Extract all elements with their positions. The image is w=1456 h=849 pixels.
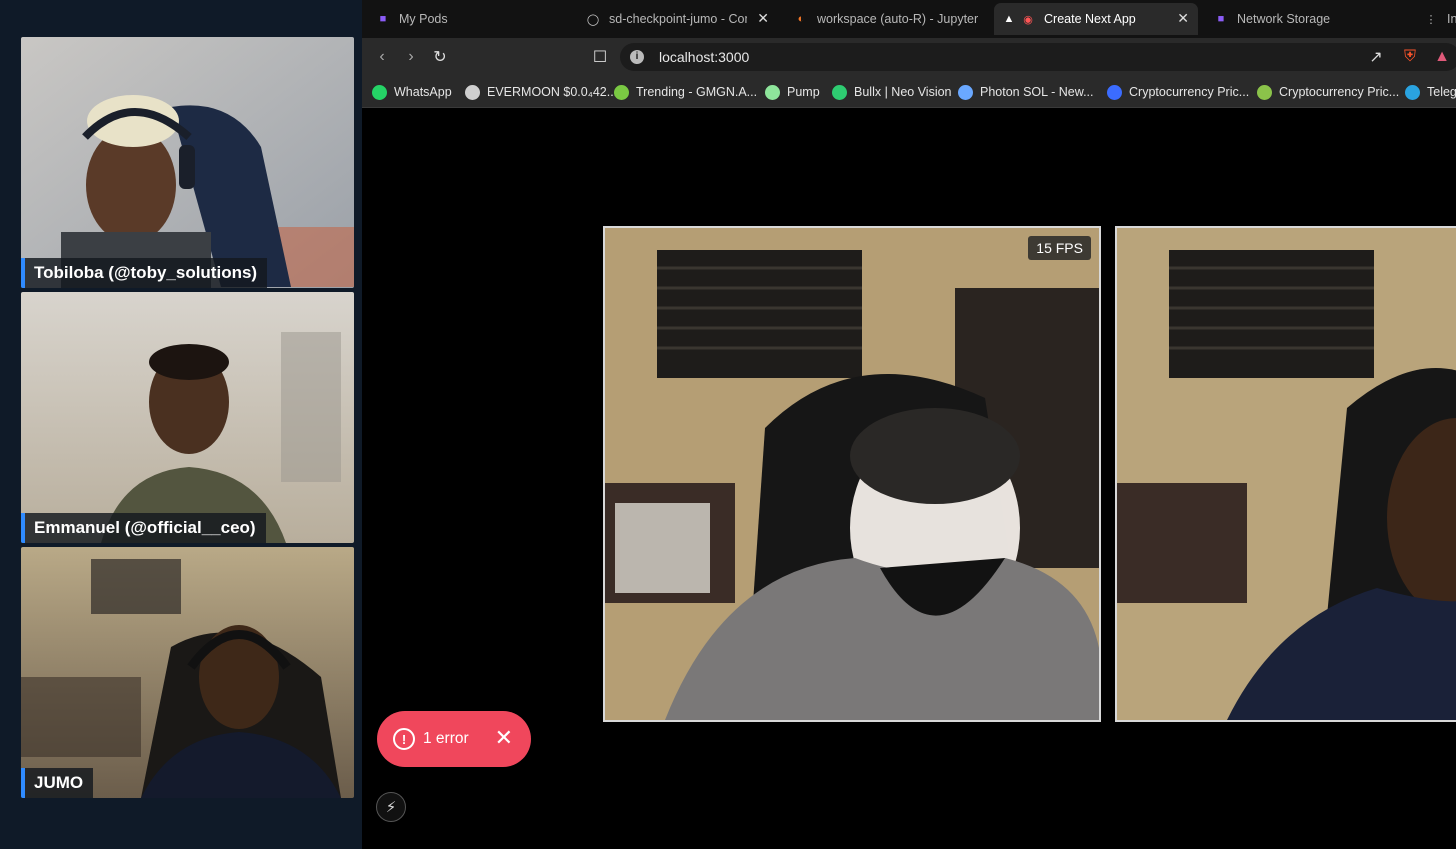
site-info-icon[interactable]: i xyxy=(630,50,644,64)
brave-rewards-icon[interactable]: ▲ xyxy=(1432,47,1452,67)
error-icon: ! xyxy=(393,728,415,750)
participant-video-1 xyxy=(21,37,354,288)
bookmark-label: WhatsApp xyxy=(394,85,452,99)
participant-tile-2: Emmanuel (@official__ceo) xyxy=(21,292,354,543)
share-icon[interactable]: ↗ xyxy=(1366,47,1386,67)
tab-sd-checkpoint[interactable]: ◯ sd-checkpoint-jumo - Com ✕ xyxy=(578,3,778,35)
tab-bar: ■ My Pods ◯ sd-checkpoint-jumo - Com ✕ ◐… xyxy=(362,0,1456,38)
brave-shield-icon[interactable]: ⛨ xyxy=(1400,47,1420,67)
close-icon[interactable]: ✕ xyxy=(495,727,513,749)
participant-tile-3: JUMO xyxy=(21,547,354,798)
original-video-frame xyxy=(1115,226,1456,722)
globe-icon: ◯ xyxy=(586,13,600,26)
bookmark-item[interactable]: EVERMOON $0.0₄42... xyxy=(465,83,617,101)
reload-icon[interactable]: ↻ xyxy=(430,47,450,67)
participant-video-3 xyxy=(21,547,354,798)
browser-toolbar: ‹ › ↻ ☐ i localhost:3000 ↗ ⛨ ▲ xyxy=(362,38,1456,76)
processed-video-frame: 15 FPS xyxy=(603,226,1101,722)
bookmark-item[interactable]: Cryptocurrency Pric... xyxy=(1257,83,1399,101)
jupyter-icon: ◐ xyxy=(797,13,805,25)
browser-window: ■ My Pods ◯ sd-checkpoint-jumo - Com ✕ ◐… xyxy=(362,0,1456,849)
bookmark-item[interactable]: Cryptocurrency Pric... xyxy=(1107,83,1249,101)
tab-create-next-app[interactable]: ▲ ◉ Create Next App ✕ xyxy=(994,3,1198,35)
pod-cube-icon: ■ xyxy=(1217,13,1225,25)
pod-cube-icon: ■ xyxy=(379,13,387,25)
grid-icon: ⋮ xyxy=(1425,13,1437,26)
bookmark-label: Trending - GMGN.A... xyxy=(636,85,758,99)
bookmark-favicon-icon xyxy=(614,84,629,100)
tab-network-storage[interactable]: ■ Network Storage xyxy=(1206,3,1406,35)
participant-video-2 xyxy=(21,292,354,543)
tab-overflow[interactable]: ⋮ In xyxy=(1416,3,1456,35)
close-tab-icon[interactable]: ✕ xyxy=(757,10,769,27)
record-icon: ◉ xyxy=(1023,13,1033,26)
bookmark-favicon-icon xyxy=(372,84,387,100)
stream-panel: Tobiloba (@toby_solutions) Emmanuel (@of… xyxy=(0,0,362,849)
bookmark-label: Teleg xyxy=(1427,85,1456,99)
close-tab-icon[interactable]: ✕ xyxy=(1177,10,1189,27)
bookmark-favicon-icon xyxy=(1257,84,1272,100)
bookmark-item[interactable]: Bullx | Neo Vision xyxy=(832,83,952,101)
participant-name-3: JUMO xyxy=(21,768,94,798)
bookmark-label: Cryptocurrency Pric... xyxy=(1129,85,1250,99)
bookmark-item[interactable]: Trending - GMGN.A... xyxy=(614,83,757,101)
bookmark-favicon-icon xyxy=(1405,84,1420,100)
original-video xyxy=(1117,228,1456,720)
bookmark-label: Cryptocurrency Pric... xyxy=(1279,85,1400,99)
bookmark-item[interactable]: Pump xyxy=(765,83,820,101)
error-count-label: 1 error xyxy=(423,730,469,747)
fps-badge: 15 FPS xyxy=(1028,236,1091,260)
bookmark-item[interactable]: Teleg xyxy=(1405,83,1456,101)
bookmark-item[interactable]: WhatsApp xyxy=(372,83,452,101)
processed-video xyxy=(605,228,1099,720)
tab-my-pods[interactable]: ■ My Pods xyxy=(368,3,568,35)
bookmark-favicon-icon xyxy=(1107,84,1122,100)
back-icon[interactable]: ‹ xyxy=(372,47,392,67)
bookmark-label: Photon SOL - New... xyxy=(980,85,1094,99)
error-toast[interactable]: ! 1 error ✕ xyxy=(377,711,531,767)
lightning-icon[interactable]: ⚡ xyxy=(376,792,406,822)
bookmark-favicon-icon xyxy=(765,84,780,100)
bookmark-label: Pump xyxy=(787,85,820,99)
bookmark-item[interactable]: Photon SOL - New... xyxy=(958,83,1093,101)
bookmark-favicon-icon xyxy=(832,84,847,100)
bookmark-favicon-icon xyxy=(958,84,973,100)
bookmark-label: Bullx | Neo Vision xyxy=(854,85,952,99)
forward-icon[interactable]: › xyxy=(401,47,421,67)
page-viewport: 15 FPS ! 1 error ✕ ⚡ xyxy=(362,109,1456,849)
bookmark-favicon-icon xyxy=(465,84,480,100)
bookmark-label: EVERMOON $0.0₄42... xyxy=(487,85,618,99)
url-text: localhost:3000 xyxy=(659,49,750,65)
bookmark-icon[interactable]: ☐ xyxy=(590,47,610,67)
bookmarks-bar: WhatsApp EVERMOON $0.0₄42... Trending - GM… xyxy=(362,76,1456,108)
tab-jupyterlab[interactable]: ◐ workspace (auto-R) - JupyterLa xyxy=(786,3,986,35)
participant-tile-1: Tobiloba (@toby_solutions) xyxy=(21,37,354,288)
address-bar[interactable]: i localhost:3000 xyxy=(620,43,1456,71)
participant-name-1: Tobiloba (@toby_solutions) xyxy=(21,258,268,288)
nextjs-icon: ▲ xyxy=(1003,13,1015,25)
participant-name-2: Emmanuel (@official__ceo) xyxy=(21,513,266,543)
